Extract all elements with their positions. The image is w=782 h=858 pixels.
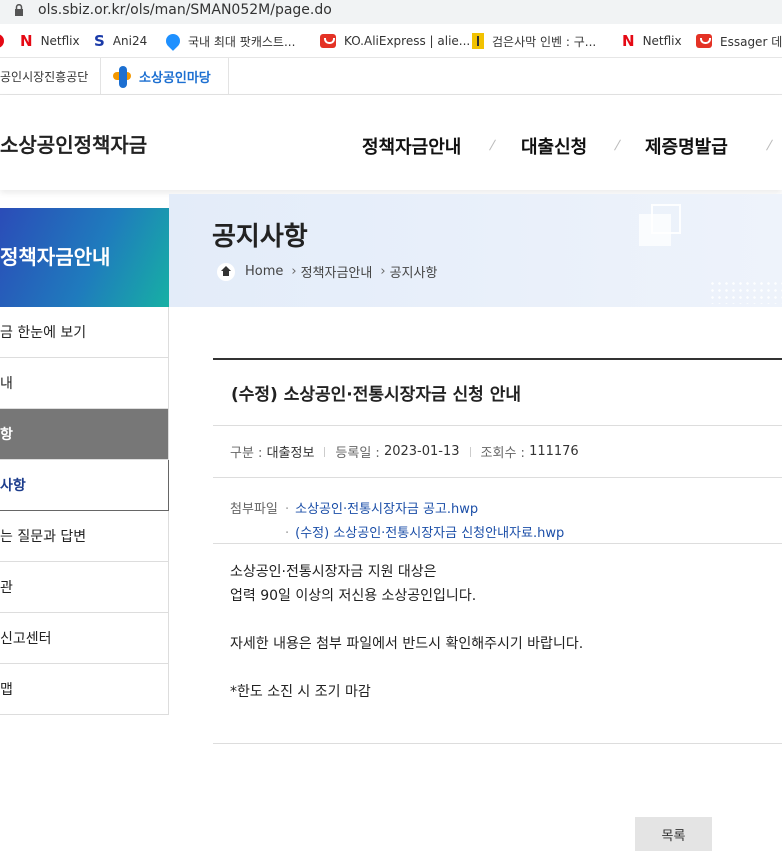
body-line: 자세한 내용은 첨부 파일에서 반드시 확인해주시기 바랍니다.: [230, 636, 584, 652]
divider: [469, 446, 471, 457]
breadcrumb-section[interactable]: 정책자금안내: [301, 262, 373, 281]
notice-view: (수정) 소상공인·전통시장자금 신청 안내 구분 : 대출정보 등록일 : 2…: [213, 358, 782, 744]
notice-body: 소상공인·전통시장자금 지원 대상은 업력 90일 이상의 저신용 소상공인입니…: [213, 544, 782, 744]
side-item-guide[interactable]: 내: [0, 358, 169, 409]
gnb-policy-fund[interactable]: 정책자금안내: [362, 133, 461, 159]
side-menu: 금 한눈에 보기 내 항 사항 는 질문과 답변 관 신고센터 맵: [0, 307, 169, 715]
body-line: 소상공인·전통시장자금 지원 대상은: [230, 564, 437, 580]
home-icon[interactable]: [217, 262, 235, 281]
bookmark-essager[interactable]: Essager 데스: [696, 24, 782, 57]
portal-link[interactable]: 소상공인마당: [101, 58, 229, 95]
bookmark-netflix[interactable]: N Netflix: [20, 24, 80, 57]
portal-logo-icon: [113, 65, 135, 88]
gnb-certificate[interactable]: 제증명발급: [645, 133, 728, 159]
ani24-icon: S: [94, 32, 105, 50]
bookmark-netflix-2[interactable]: N Netflix: [622, 24, 682, 57]
portal-logo-text: 소상공인마당: [139, 71, 211, 86]
views-label: 조회수 :: [480, 446, 525, 461]
attachments: 첨부파일 소상공인·전통시장자금 공고.hwp (수정) 소상공인·전통시장자금…: [213, 478, 782, 544]
aliexpress-icon: [320, 34, 336, 48]
chevron-right-icon: ›: [380, 264, 386, 279]
section-banner: 정책자금안내: [0, 208, 169, 307]
bookmark-aliexpress[interactable]: KO.AliExpress | alie...: [320, 24, 471, 57]
address-bar[interactable]: ols.sbiz.or.kr/ols/man/SMAN052M/page.do: [0, 0, 782, 24]
site-header: 소상공인정책자금 정책자금안내 대출신청 제증명발급: [0, 95, 782, 190]
category-label: 구분 :: [230, 446, 263, 461]
side-item-notice[interactable]: 항: [0, 409, 169, 460]
site-top-bar: 공인시장진흥공단 소상공인마당: [0, 58, 782, 95]
section-title: 정책자금안내: [0, 245, 111, 269]
side-item-sitemap[interactable]: 맵: [0, 664, 169, 715]
lock-icon: [15, 4, 23, 16]
side-item-overview[interactable]: 금 한눈에 보기: [0, 307, 169, 358]
bookmark-label: Netflix: [642, 34, 682, 48]
site-brand[interactable]: 소상공인정책자금: [0, 129, 147, 158]
bookmark-label: Netflix: [40, 34, 80, 48]
bookmark-label: Ani24: [112, 34, 148, 48]
notice-title: (수정) 소상공인·전통시장자금 신청 안내: [213, 360, 782, 426]
menu-divider: [766, 139, 773, 151]
page-title: 공지사항: [212, 222, 308, 252]
attachment-link[interactable]: (수정) 소상공인·전통시장자금 신청안내자료.hwp: [285, 522, 564, 541]
url-text: ols.sbiz.or.kr/ols/man/SMAN052M/page.do: [38, 2, 332, 18]
date-value: 2023-01-13: [383, 444, 460, 459]
bookmark-podcast[interactable]: 국내 최대 팟캐스트...: [163, 24, 296, 57]
netflix-icon: N: [20, 32, 33, 50]
bookmarks-bar: N Netflix S Ani24 국내 최대 팟캐스트... KO.AliEx…: [0, 24, 782, 58]
date-label: 등록일 :: [335, 446, 380, 461]
inven-icon: [472, 33, 484, 49]
org-link[interactable]: 공인시장진흥공단: [0, 58, 101, 95]
page-banner: 공지사항 Home › 정책자금안내 › 공지사항: [169, 194, 782, 307]
chevron-right-icon: ›: [291, 264, 297, 279]
bookmark-label: Essager 데스: [720, 34, 782, 49]
bookmark-icon: [0, 34, 4, 48]
decor-square-outline: [651, 204, 681, 234]
bookmark-label: 국내 최대 팟캐스트...: [188, 34, 296, 49]
side-item-report-center[interactable]: 신고센터: [0, 613, 169, 664]
list-button[interactable]: 목록: [635, 817, 712, 851]
divider: [324, 446, 326, 457]
side-item-agency[interactable]: 관: [0, 562, 169, 613]
gnb-loan-apply[interactable]: 대출신청: [521, 133, 587, 159]
bookmark-partial[interactable]: [0, 24, 12, 57]
bookmark-ani24[interactable]: S Ani24: [94, 24, 148, 57]
breadcrumb-home[interactable]: Home: [245, 264, 283, 279]
attachments-label: 첨부파일: [230, 502, 278, 517]
menu-divider: [489, 139, 496, 151]
bookmark-label: 검은사막 인벤 : 구...: [492, 34, 597, 49]
category-value: 대출정보: [266, 446, 315, 461]
bookmark-inven[interactable]: 검은사막 인벤 : 구...: [472, 24, 597, 57]
body-line: 업력 90일 이상의 저신용 소상공인입니다.: [230, 588, 477, 604]
decor-dots: [709, 280, 782, 304]
side-subitem-notice[interactable]: 사항: [0, 460, 169, 511]
breadcrumb-current: 공지사항: [389, 266, 438, 281]
netflix-icon: N: [622, 32, 635, 50]
bookmark-label: KO.AliExpress | alie...: [344, 34, 471, 48]
views-value: 111176: [529, 444, 579, 459]
aliexpress-icon: [696, 34, 712, 48]
attachment-link[interactable]: 소상공인·전통시장자금 공고.hwp: [285, 498, 478, 517]
body-line: *한도 소진 시 조기 마감: [230, 684, 371, 700]
side-item-faq[interactable]: 는 질문과 답변: [0, 511, 169, 562]
notice-meta: 구분 : 대출정보 등록일 : 2023-01-13 조회수 : 111176: [213, 426, 782, 478]
breadcrumb: Home › 정책자금안내 › 공지사항: [217, 262, 437, 281]
menu-divider: [614, 139, 621, 151]
podcast-icon: [163, 31, 183, 51]
